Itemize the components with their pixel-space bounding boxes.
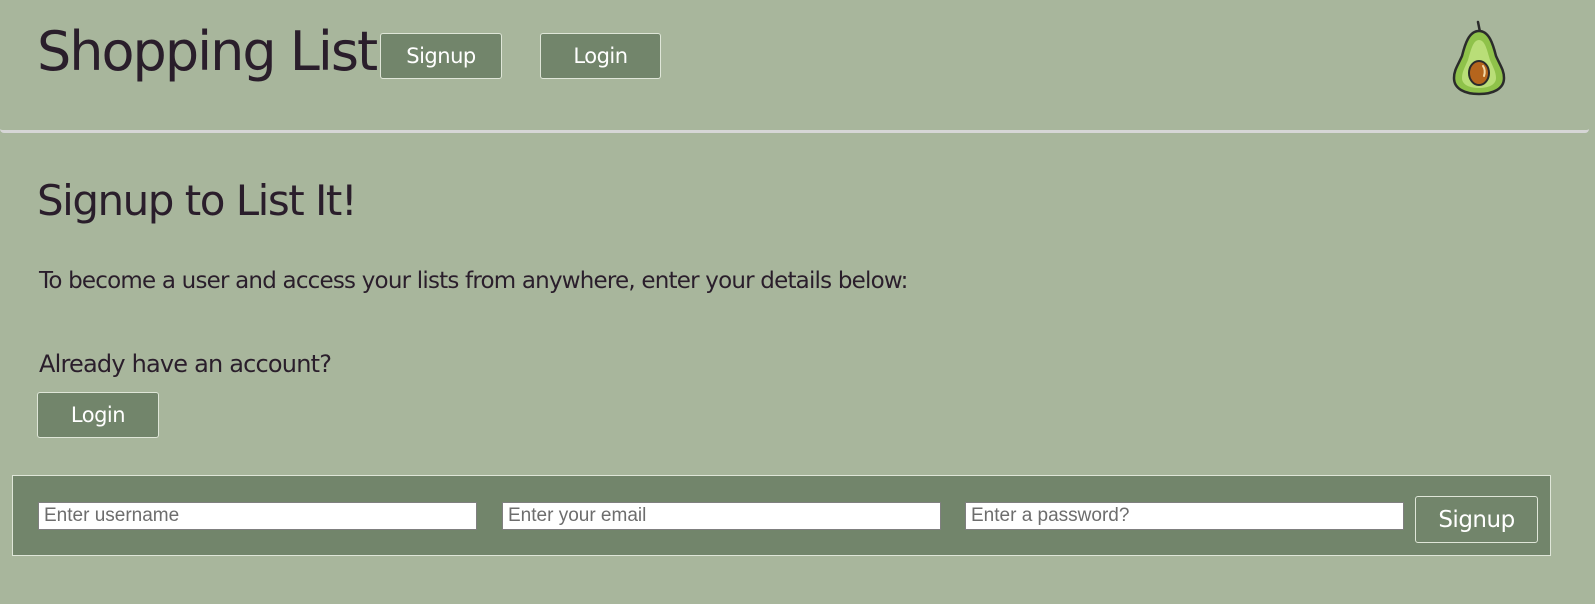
page-heading: Signup to List It! — [37, 176, 358, 225]
account-prompt: Already have an account? — [39, 350, 332, 378]
nav-signup-button[interactable]: Signup — [380, 33, 502, 79]
signup-submit-button[interactable]: Signup — [1415, 496, 1538, 543]
login-button[interactable]: Login — [37, 392, 159, 438]
avocado-svg — [1452, 20, 1506, 96]
password-input[interactable] — [965, 502, 1404, 530]
nav-login-button[interactable]: Login — [540, 33, 661, 79]
email-input[interactable] — [502, 502, 941, 530]
avocado-icon — [1447, 18, 1511, 98]
app-title: Shopping List — [37, 20, 378, 83]
signup-form: Signup — [12, 475, 1551, 556]
username-input[interactable] — [38, 502, 477, 530]
intro-text: To become a user and access your lists f… — [39, 268, 908, 294]
header-bar: Shopping List Signup Login — [0, 0, 1589, 133]
